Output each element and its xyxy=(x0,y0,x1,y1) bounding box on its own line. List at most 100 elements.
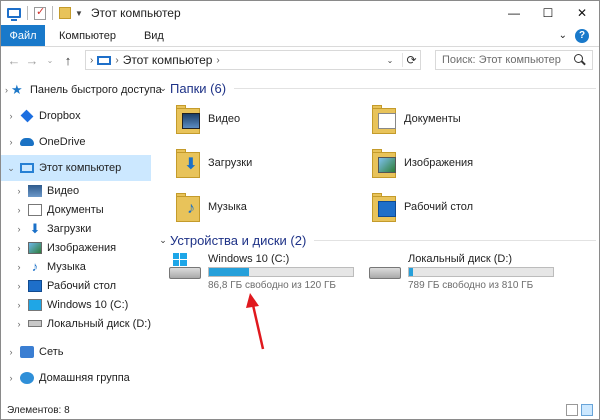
nav-label: Домашняя группа xyxy=(39,372,130,384)
search-box[interactable] xyxy=(435,50,593,70)
tiles-view-icon[interactable] xyxy=(581,404,593,416)
item-count: Элементов: 8 xyxy=(7,404,70,416)
chevron-right-icon[interactable]: › xyxy=(13,224,25,234)
drive-d[interactable]: Локальный диск (D:) 789 ГБ свободно из 8… xyxy=(368,253,554,291)
tab-file[interactable]: Файл xyxy=(1,25,45,46)
ribbon-right: ⌄ ? xyxy=(559,25,599,46)
toolbar-divider xyxy=(27,6,28,20)
folder-pictures[interactable]: Изображения xyxy=(370,147,473,179)
chevron-right-icon[interactable]: › xyxy=(13,186,25,196)
folders-group-header[interactable]: ⌄ Папки (6) xyxy=(156,81,596,96)
nav-item-desktop[interactable]: › Рабочий стол xyxy=(1,276,151,295)
refresh-icon[interactable]: ⟳ xyxy=(402,53,420,67)
breadcrumb-chevron-icon[interactable]: › xyxy=(216,55,219,66)
quick-access-toolbar: ▼ xyxy=(1,1,83,25)
nav-item-drive-d[interactable]: › Локальный диск (D:) xyxy=(1,314,151,333)
chevron-down-icon[interactable]: ⌄ xyxy=(156,83,170,94)
folder-label: Изображения xyxy=(404,157,474,169)
nav-item-pictures[interactable]: › Изображения xyxy=(1,238,151,257)
nav-label: Видео xyxy=(47,184,80,197)
nav-this-pc[interactable]: ⌄ Этот компьютер xyxy=(1,155,151,181)
recent-chevron-icon[interactable]: ⌄ xyxy=(41,56,59,65)
windows-drive-icon xyxy=(28,298,42,311)
details-view-icon[interactable] xyxy=(566,404,578,416)
tab-computer[interactable]: Компьютер xyxy=(45,25,130,46)
pictures-icon xyxy=(28,241,42,254)
nav-item-music[interactable]: › ♪ Музыка xyxy=(1,257,151,276)
nav-dropbox[interactable]: › Dropbox xyxy=(1,103,151,129)
pictures-folder-icon xyxy=(370,147,398,179)
nav-item-documents[interactable]: › Документы xyxy=(1,200,151,219)
nav-label: Музыка xyxy=(47,260,86,273)
address-bar[interactable]: › › Этот компьютер › ⌄ ⟳ xyxy=(85,50,421,70)
chevron-right-icon[interactable]: › xyxy=(5,347,17,357)
computer-icon xyxy=(7,8,21,21)
chevron-right-icon[interactable]: › xyxy=(5,85,8,95)
folder-music[interactable]: ♪ Музыка xyxy=(174,191,247,223)
search-input[interactable] xyxy=(442,54,570,66)
expand-ribbon-icon[interactable]: ⌄ xyxy=(559,30,567,41)
breadcrumb-chevron-icon[interactable]: › xyxy=(90,55,93,66)
nav-quick-access[interactable]: › ★ Панель быстрого доступа xyxy=(1,77,162,103)
folder-label: Загрузки xyxy=(208,157,253,169)
nav-item-video[interactable]: › Видео xyxy=(1,181,151,200)
nav-label: Этот компьютер xyxy=(39,162,122,174)
chevron-down-icon[interactable]: ⌄ xyxy=(156,235,170,246)
folder-documents[interactable]: Документы xyxy=(370,103,461,135)
status-bar: Элементов: 8 xyxy=(1,401,599,419)
devices-group-header[interactable]: ⌄ Устройства и диски (2) xyxy=(156,233,596,248)
tab-view[interactable]: Вид xyxy=(130,25,178,46)
chevron-right-icon[interactable]: › xyxy=(13,243,25,253)
nav-label: Windows 10 (C:) xyxy=(47,298,129,311)
chevron-down-icon[interactable]: ▼ xyxy=(75,9,83,18)
drive-c[interactable]: Windows 10 (C:) 86,8 ГБ свободно из 120 … xyxy=(168,253,354,291)
music-note-icon: ♪ xyxy=(31,258,39,274)
nav-network[interactable]: › Сеть xyxy=(1,339,151,365)
properties-icon[interactable] xyxy=(34,5,46,20)
drive-usage-bar xyxy=(408,267,554,277)
chevron-right-icon[interactable]: › xyxy=(5,111,17,121)
new-folder-icon[interactable] xyxy=(59,7,71,19)
homegroup-icon xyxy=(20,372,34,384)
folder-label: Музыка xyxy=(208,201,247,213)
breadcrumb-this-pc[interactable]: Этот компьютер xyxy=(123,53,213,67)
folder-desktop[interactable]: Рабочий стол xyxy=(370,191,473,223)
nav-homegroup[interactable]: › Домашняя группа xyxy=(1,365,151,391)
chevron-right-icon[interactable]: › xyxy=(13,262,25,272)
download-arrow-icon: ⬇ xyxy=(29,220,41,236)
drive-free-space: 789 ГБ свободно из 810 ГБ xyxy=(408,280,534,291)
drive-usage-fill xyxy=(409,268,413,276)
explorer-window: ▼ Этот компьютер — ☐ ✕ Файл Компьютер Ви… xyxy=(0,0,600,420)
chevron-right-icon[interactable]: › xyxy=(13,281,25,291)
view-switcher xyxy=(566,404,593,416)
nav-item-drive-c[interactable]: › Windows 10 (C:) xyxy=(1,295,151,314)
folder-downloads[interactable]: ⬇ Загрузки xyxy=(174,147,252,179)
chevron-right-icon[interactable]: › xyxy=(13,300,25,310)
chevron-right-icon[interactable]: › xyxy=(13,205,25,215)
up-arrow-icon[interactable]: ↑ xyxy=(59,53,77,68)
documents-folder-icon xyxy=(370,103,398,135)
group-divider xyxy=(314,240,596,241)
search-icon[interactable] xyxy=(574,54,586,66)
nav-label: Dropbox xyxy=(39,110,81,122)
minimize-button[interactable]: — xyxy=(497,1,531,25)
help-icon[interactable]: ? xyxy=(575,28,589,43)
folder-video[interactable]: Видео xyxy=(174,103,240,135)
chevron-right-icon[interactable]: › xyxy=(13,319,25,329)
desktop-icon xyxy=(28,279,42,292)
breadcrumb-chevron-icon[interactable]: › xyxy=(115,55,118,66)
chevron-down-icon[interactable]: ⌄ xyxy=(5,163,17,174)
drive-name: Локальный диск (D:) xyxy=(408,253,513,265)
chevron-down-icon[interactable]: ⌄ xyxy=(382,56,398,65)
nav-item-downloads[interactable]: › ⬇ Загрузки xyxy=(1,219,151,238)
forward-arrow-icon[interactable]: → xyxy=(23,53,41,68)
back-arrow-icon[interactable]: ← xyxy=(5,53,23,68)
chevron-right-icon[interactable]: › xyxy=(5,137,17,147)
close-button[interactable]: ✕ xyxy=(565,1,599,25)
chevron-right-icon[interactable]: › xyxy=(5,373,17,383)
nav-label: Сеть xyxy=(39,346,64,358)
maximize-button[interactable]: ☐ xyxy=(531,1,565,25)
documents-icon xyxy=(28,203,42,216)
nav-onedrive[interactable]: › OneDrive xyxy=(1,129,151,155)
music-folder-icon: ♪ xyxy=(174,191,202,223)
